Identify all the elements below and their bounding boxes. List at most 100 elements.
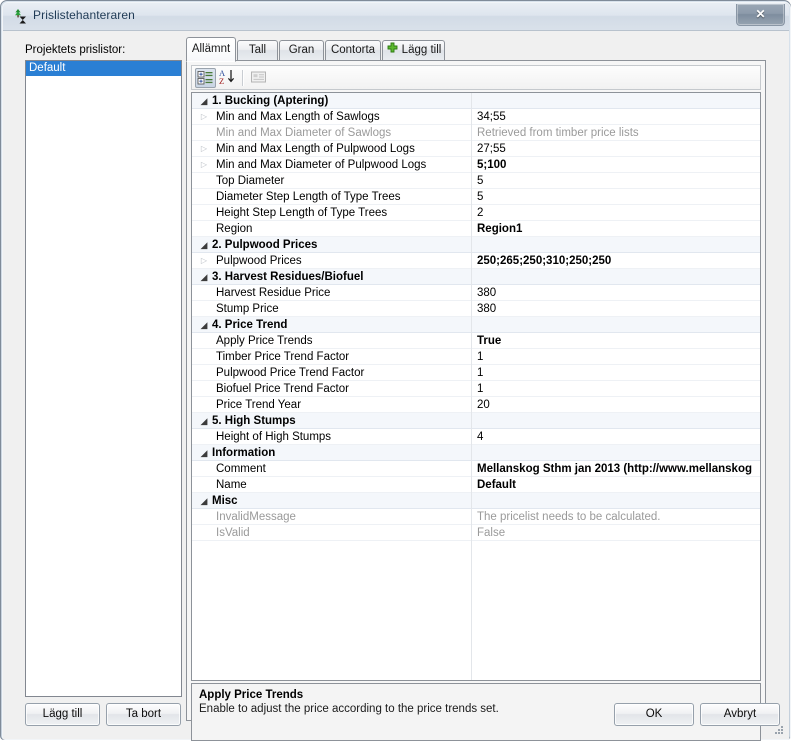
- expand-arrow-icon[interactable]: ▷: [198, 109, 210, 125]
- property-value[interactable]: 5;100: [477, 157, 760, 173]
- property-category-row[interactable]: ◢ 4. Price Trend: [192, 317, 760, 333]
- property-value[interactable]: 4: [477, 429, 760, 445]
- categorized-view-icon[interactable]: [195, 68, 216, 88]
- category-collapse-icon[interactable]: ◢: [198, 237, 210, 253]
- property-grid[interactable]: ◢ 1. Bucking (Aptering) ▷ Min and Max Lengt…: [191, 92, 761, 681]
- list-item[interactable]: Default: [26, 61, 181, 76]
- property-row[interactable]: ▷ Min and Max Diameter of Pulpwood Logs 5;…: [192, 157, 760, 173]
- property-category-row[interactable]: ◢ 2. Pulpwood Prices: [192, 237, 760, 253]
- property-value[interactable]: True: [477, 333, 760, 349]
- list-item-label: Default: [29, 62, 66, 74]
- property-name: 4. Price Trend: [212, 319, 288, 331]
- tab-label: Gran: [288, 44, 315, 56]
- svg-text:Z: Z: [219, 76, 224, 86]
- window-title: Prislistehanteraren: [33, 8, 135, 22]
- cancel-button[interactable]: Avbryt: [700, 703, 780, 726]
- property-name: Price Trend Year: [216, 399, 302, 411]
- property-value[interactable]: 380: [477, 285, 760, 301]
- property-row[interactable]: Biofuel Price Trend Factor 1: [192, 381, 760, 397]
- property-value[interactable]: 5: [477, 189, 760, 205]
- property-row[interactable]: ▷ Pulpwood Prices 250;265;250;310;250;250: [192, 253, 760, 269]
- property-row[interactable]: Harvest Residue Price 380: [192, 285, 760, 301]
- property-value[interactable]: The pricelist needs to be calculated.: [477, 509, 760, 525]
- property-value[interactable]: 34;55: [477, 109, 760, 125]
- alphabetical-sort-icon[interactable]: A Z: [218, 68, 239, 88]
- property-category-row[interactable]: ◢ Misc: [192, 493, 760, 509]
- pricelists-listbox[interactable]: Default: [25, 60, 182, 697]
- property-row[interactable]: ▷ Min and Max Length of Sawlogs 34;55: [192, 109, 760, 125]
- property-row[interactable]: Pulpwood Price Trend Factor 1: [192, 365, 760, 381]
- property-row[interactable]: Apply Price Trends True: [192, 333, 760, 349]
- property-value[interactable]: 380: [477, 301, 760, 317]
- expand-arrow-icon[interactable]: ▷: [198, 157, 210, 173]
- row-indent: [198, 509, 210, 525]
- property-value[interactable]: 27;55: [477, 141, 760, 157]
- row-indent: [198, 125, 210, 141]
- property-value[interactable]: Region1: [477, 221, 760, 237]
- property-row[interactable]: Top Diameter 5: [192, 173, 760, 189]
- property-row[interactable]: ▷ Min and Max Length of Pulpwood Logs 27;5…: [192, 141, 760, 157]
- dialog-client-area: Projektets prislistor: Default Lägg till…: [3, 30, 789, 741]
- property-row[interactable]: Name Default: [192, 477, 760, 493]
- property-row[interactable]: Stump Price 380: [192, 301, 760, 317]
- property-value[interactable]: 1: [477, 381, 760, 397]
- property-name: Timber Price Trend Factor: [216, 351, 350, 363]
- row-indent: [198, 429, 210, 445]
- category-collapse-icon[interactable]: ◢: [198, 413, 210, 429]
- property-category-row[interactable]: ◢ 3. Harvest Residues/Biofuel: [192, 269, 760, 285]
- close-button[interactable]: ✕: [736, 4, 785, 26]
- property-value[interactable]: 2: [477, 205, 760, 221]
- property-grid-splitter[interactable]: [471, 93, 472, 680]
- property-category-row[interactable]: ◢ 5. High Stumps: [192, 413, 760, 429]
- tab-gran[interactable]: Gran: [279, 40, 324, 60]
- expand-arrow-icon[interactable]: ▷: [198, 253, 210, 269]
- property-name: InvalidMessage: [216, 511, 296, 523]
- property-row[interactable]: Region Region1: [192, 221, 760, 237]
- category-collapse-icon[interactable]: ◢: [198, 445, 210, 461]
- property-name: Misc: [212, 495, 238, 507]
- property-value[interactable]: False: [477, 525, 760, 541]
- property-value[interactable]: 20: [477, 397, 760, 413]
- property-value[interactable]: 1: [477, 349, 760, 365]
- category-collapse-icon[interactable]: ◢: [198, 493, 210, 509]
- property-row[interactable]: Comment Mellanskog Sthm jan 2013 (http://…: [192, 461, 760, 477]
- tab-label: Contorta: [330, 44, 376, 56]
- property-name: Min and Max Length of Sawlogs: [216, 111, 380, 123]
- property-row[interactable]: IsValid False: [192, 525, 760, 541]
- property-row[interactable]: Height Step Length of Type Trees 2: [192, 205, 760, 221]
- tab-add-new[interactable]: Lägg till: [382, 40, 445, 60]
- property-name: Pulpwood Price Trend Factor: [216, 367, 365, 379]
- expand-arrow-icon[interactable]: ▷: [198, 141, 210, 157]
- category-collapse-icon[interactable]: ◢: [198, 317, 210, 333]
- property-value[interactable]: 1: [477, 365, 760, 381]
- tab-contorta[interactable]: Contorta: [325, 40, 381, 60]
- property-category-row[interactable]: ◢ 1. Bucking (Aptering): [192, 93, 760, 109]
- row-indent: [198, 333, 210, 349]
- property-name: Min and Max Length of Pulpwood Logs: [216, 143, 415, 155]
- property-row[interactable]: Timber Price Trend Factor 1: [192, 349, 760, 365]
- property-value[interactable]: 250;265;250;310;250;250: [477, 253, 760, 269]
- property-value[interactable]: Default: [477, 477, 760, 493]
- tab-tall[interactable]: Tall: [237, 40, 278, 60]
- property-name: Min and Max Diameter of Sawlogs: [216, 127, 392, 139]
- property-row[interactable]: Price Trend Year 20: [192, 397, 760, 413]
- tab-allmant[interactable]: Allämnt: [186, 37, 236, 62]
- row-indent: [198, 221, 210, 237]
- property-value[interactable]: Retrieved from timber price lists: [477, 125, 760, 141]
- remove-pricelist-button[interactable]: Ta bort: [106, 703, 181, 726]
- property-value[interactable]: 5: [477, 173, 760, 189]
- property-row[interactable]: InvalidMessage The pricelist needs to be …: [192, 509, 760, 525]
- property-name: 2. Pulpwood Prices: [212, 239, 318, 251]
- ok-button[interactable]: OK: [614, 703, 694, 726]
- property-row[interactable]: Diameter Step Length of Type Trees 5: [192, 189, 760, 205]
- property-category-row[interactable]: ◢ Information: [192, 445, 760, 461]
- property-row[interactable]: Height of High Stumps 4: [192, 429, 760, 445]
- property-name: Harvest Residue Price: [216, 287, 331, 299]
- property-value[interactable]: Mellanskog Sthm jan 2013 (http://www.mel…: [477, 461, 760, 477]
- add-pricelist-button[interactable]: Lägg till: [25, 703, 100, 726]
- category-collapse-icon[interactable]: ◢: [198, 269, 210, 285]
- resize-grip[interactable]: [773, 724, 785, 736]
- property-pages-icon[interactable]: [249, 68, 270, 88]
- property-row[interactable]: Min and Max Diameter of Sawlogs Retrieved…: [192, 125, 760, 141]
- category-collapse-icon[interactable]: ◢: [198, 93, 210, 109]
